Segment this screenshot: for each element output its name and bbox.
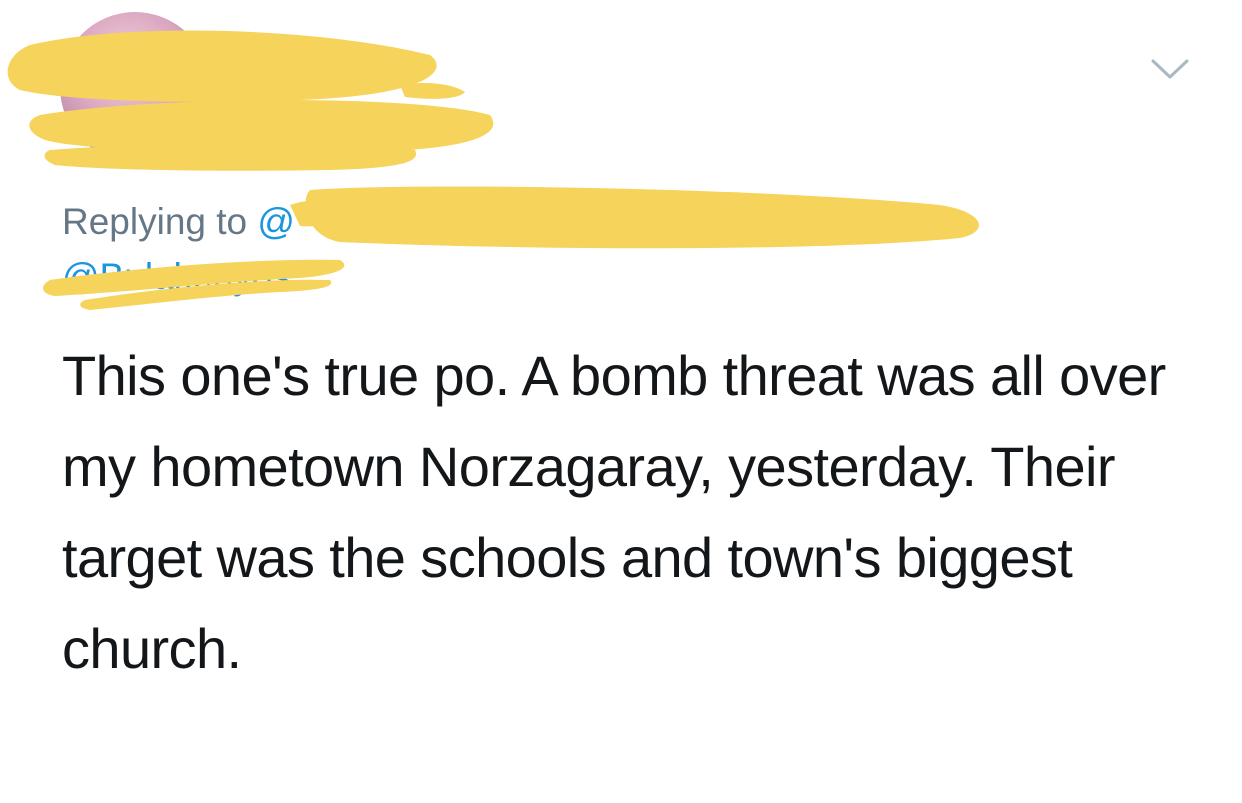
tweet-text: This one's true po. A bomb threat was al… [62,344,1166,680]
replying-to-label: Replying to [62,201,258,242]
replying-to-line: Replying to @ [62,192,1162,252]
reply-handle-link[interactable]: @ [257,201,295,242]
reply-handle-link-2[interactable]: @Bulakenyos [62,252,291,302]
chevron-down-icon[interactable] [1150,56,1190,82]
avatar[interactable] [60,12,210,162]
